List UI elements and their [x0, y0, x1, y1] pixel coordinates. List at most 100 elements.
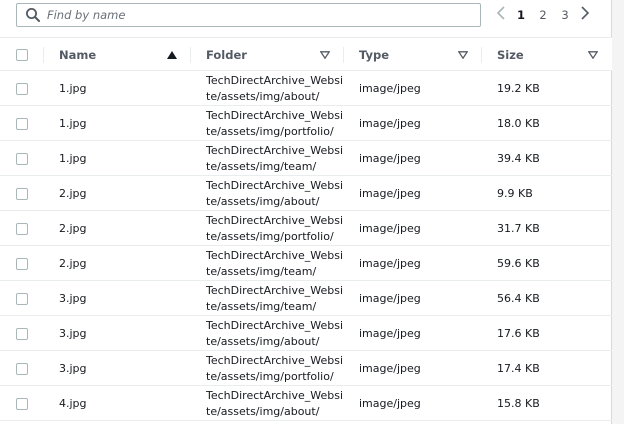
- table-row[interactable]: 3.jpg TechDirectArchive_Websi te/assets/…: [0, 281, 612, 316]
- cell-name: 2.jpg: [59, 257, 87, 270]
- cell-name: 1.jpg: [59, 82, 87, 95]
- row-select-cell: [16, 316, 28, 351]
- column-header-size[interactable]: Size: [497, 38, 524, 72]
- table-row[interactable]: 3.jpg TechDirectArchive_Websi te/assets/…: [0, 351, 612, 386]
- cell-folder: TechDirectArchive_Websi te/assets/img/ab…: [206, 73, 344, 103]
- row-select-cell: [16, 386, 28, 421]
- table-header: Name Folder Type Size: [0, 37, 612, 71]
- next-page-button[interactable]: [576, 4, 594, 26]
- search-field[interactable]: [16, 3, 481, 27]
- row-checkbox[interactable]: [16, 292, 28, 305]
- row-checkbox[interactable]: [16, 327, 28, 340]
- scroll-area-edge: [612, 0, 624, 424]
- sort-caret-down-icon[interactable]: [457, 38, 469, 72]
- cell-name: 4.jpg: [59, 397, 87, 410]
- row-select-cell: [16, 71, 28, 106]
- page-2-button[interactable]: 2: [532, 4, 554, 26]
- cell-name: 1.jpg: [59, 117, 87, 130]
- row-select-cell: [16, 281, 28, 316]
- cell-size: 19.2 KB: [497, 82, 540, 95]
- cell-name: 3.jpg: [59, 327, 87, 340]
- table-body: 1.jpg TechDirectArchive_Websi te/assets/…: [0, 71, 612, 421]
- row-checkbox[interactable]: [16, 82, 28, 95]
- row-checkbox[interactable]: [16, 152, 28, 165]
- row-checkbox[interactable]: [16, 222, 28, 235]
- cell-type: image/jpeg: [359, 82, 421, 95]
- table-row[interactable]: 4.jpg TechDirectArchive_Websi te/assets/…: [0, 386, 612, 421]
- column-header-folder[interactable]: Folder: [206, 38, 247, 72]
- cell-name: 3.jpg: [59, 362, 87, 375]
- cell-folder: TechDirectArchive_Websi te/assets/img/ab…: [206, 178, 344, 208]
- cell-type: image/jpeg: [359, 327, 421, 340]
- column-divider: [190, 47, 191, 63]
- table-row[interactable]: 1.jpg TechDirectArchive_Websi te/assets/…: [0, 141, 612, 176]
- cell-size: 17.4 KB: [497, 362, 540, 375]
- table-row[interactable]: 2.jpg TechDirectArchive_Websi te/assets/…: [0, 246, 612, 281]
- cell-size: 59.6 KB: [497, 257, 540, 270]
- cell-type: image/jpeg: [359, 222, 421, 235]
- row-select-cell: [16, 351, 28, 386]
- search-input[interactable]: [47, 8, 467, 22]
- cell-folder: TechDirectArchive_Websi te/assets/img/po…: [206, 353, 344, 383]
- column-divider: [43, 47, 44, 63]
- cell-type: image/jpeg: [359, 187, 421, 200]
- cell-name: 3.jpg: [59, 292, 87, 305]
- cell-type: image/jpeg: [359, 362, 421, 375]
- column-divider: [481, 47, 482, 63]
- previous-page-button[interactable]: [492, 4, 510, 26]
- objects-table: Name Folder Type Size 1.jpg TechDirectAr…: [0, 37, 612, 421]
- sort-ascending-icon[interactable]: [166, 38, 178, 72]
- row-checkbox[interactable]: [16, 362, 28, 375]
- row-select-cell: [16, 106, 28, 141]
- cell-type: image/jpeg: [359, 152, 421, 165]
- table-row[interactable]: 3.jpg TechDirectArchive_Websi te/assets/…: [0, 316, 612, 351]
- table-row[interactable]: 2.jpg TechDirectArchive_Websi te/assets/…: [0, 211, 612, 246]
- cell-name: 2.jpg: [59, 187, 87, 200]
- row-select-cell: [16, 246, 28, 281]
- row-select-cell: [16, 176, 28, 211]
- cell-type: image/jpeg: [359, 397, 421, 410]
- cell-size: 31.7 KB: [497, 222, 540, 235]
- cell-size: 15.8 KB: [497, 397, 540, 410]
- page-1-button[interactable]: 1: [510, 4, 532, 26]
- cell-folder: TechDirectArchive_Websi te/assets/img/te…: [206, 248, 344, 278]
- cell-size: 17.6 KB: [497, 327, 540, 340]
- table-row[interactable]: 1.jpg TechDirectArchive_Websi te/assets/…: [0, 106, 612, 141]
- pagination: 1 2 3: [492, 4, 594, 26]
- row-checkbox[interactable]: [16, 257, 28, 270]
- sort-caret-down-icon[interactable]: [319, 38, 331, 72]
- cell-size: 39.4 KB: [497, 152, 540, 165]
- cell-folder: TechDirectArchive_Websi te/assets/img/po…: [206, 213, 344, 243]
- table-row[interactable]: 1.jpg TechDirectArchive_Websi te/assets/…: [0, 71, 612, 106]
- cell-folder: TechDirectArchive_Websi te/assets/img/ab…: [206, 388, 344, 418]
- cell-size: 9.9 KB: [497, 187, 533, 200]
- row-select-cell: [16, 141, 28, 176]
- cell-size: 18.0 KB: [497, 117, 540, 130]
- chevron-right-icon: [580, 5, 590, 25]
- row-checkbox[interactable]: [16, 117, 28, 130]
- cell-type: image/jpeg: [359, 117, 421, 130]
- cell-folder: TechDirectArchive_Websi te/assets/img/te…: [206, 283, 344, 313]
- cell-name: 2.jpg: [59, 222, 87, 235]
- cell-size: 56.4 KB: [497, 292, 540, 305]
- column-header-name[interactable]: Name: [59, 38, 96, 72]
- row-checkbox[interactable]: [16, 397, 28, 410]
- cell-type: image/jpeg: [359, 292, 421, 305]
- column-divider: [343, 47, 344, 63]
- row-checkbox[interactable]: [16, 187, 28, 200]
- column-header-type[interactable]: Type: [359, 38, 389, 72]
- cell-folder: TechDirectArchive_Websi te/assets/img/po…: [206, 108, 344, 138]
- sort-caret-down-icon[interactable]: [587, 38, 599, 72]
- cell-folder: TechDirectArchive_Websi te/assets/img/ab…: [206, 318, 344, 348]
- cell-folder: TechDirectArchive_Websi te/assets/img/te…: [206, 143, 344, 173]
- row-select-cell: [16, 211, 28, 246]
- select-all-cell: [16, 38, 28, 72]
- table-row[interactable]: 2.jpg TechDirectArchive_Websi te/assets/…: [0, 176, 612, 211]
- cell-type: image/jpeg: [359, 257, 421, 270]
- cell-name: 1.jpg: [59, 152, 87, 165]
- page-3-button[interactable]: 3: [554, 4, 576, 26]
- chevron-left-icon: [496, 5, 506, 25]
- objects-table-panel: 1 2 3 Name Folder Type: [0, 0, 612, 424]
- select-all-checkbox[interactable]: [16, 49, 28, 61]
- search-icon: [25, 7, 41, 23]
